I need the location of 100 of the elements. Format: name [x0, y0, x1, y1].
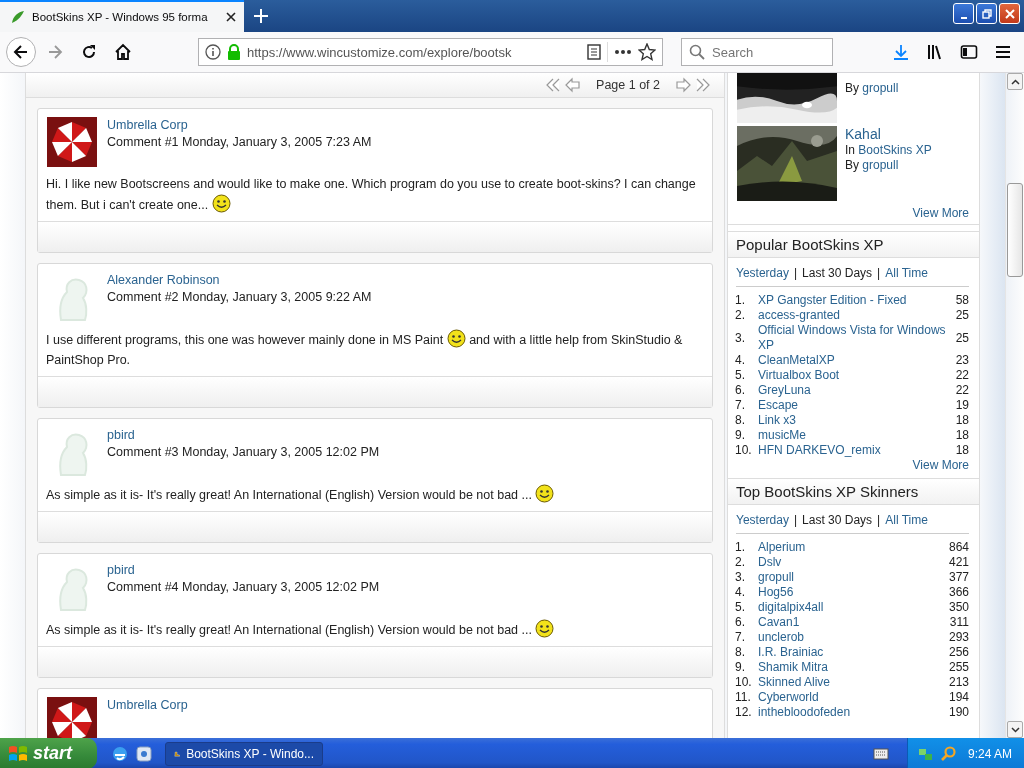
comment-meta: Comment #4 Monday, January 3, 2005 12:02 PM [107, 580, 380, 594]
filter-link[interactable]: All Time [885, 513, 928, 527]
item-link[interactable]: CleanMetalXP [758, 353, 956, 368]
windows-logo-icon [8, 744, 28, 763]
rank-number: 1. [735, 540, 746, 555]
item-link[interactable]: HFN DARKEVO_remix [758, 443, 956, 458]
first-page-icon[interactable] [544, 77, 561, 93]
filter-separator: | [877, 266, 881, 280]
item-link[interactable]: gropull [758, 570, 949, 585]
count: 213 [948, 675, 969, 690]
rank-number: 2. [735, 308, 746, 323]
comment-text: As simple as it is- It's really great! An International (English) Version would be not bad ... [46, 488, 555, 502]
category-link[interactable]: BootSkins XP [858, 143, 932, 157]
rank-number: 3. [735, 330, 746, 346]
more-icon[interactable] [614, 49, 632, 55]
last-page-icon[interactable] [696, 77, 712, 93]
rank-number: 6. [735, 383, 746, 398]
rank-number: 3. [735, 570, 746, 585]
rank-number: 1. [735, 293, 746, 308]
count: 864 [948, 540, 969, 555]
rank-number: 5. [735, 600, 746, 615]
page-indicator: Page 1 of 2 [596, 78, 660, 92]
comment-text: I use different programs, this one was however mainly done in MS Paint and with a little help from SkinStudio & PaintShop Pro. [46, 333, 683, 367]
item-link[interactable]: Dslv [758, 555, 949, 570]
item-link[interactable]: digitalpix4all [758, 600, 949, 615]
taskbar-button[interactable]: BootSkins XP - Windo... [165, 741, 323, 766]
comment-text: As simple as it is- It's really great! An International (English) Version would be not bad ... [46, 623, 555, 637]
author-link[interactable]: Alexander Robinson [107, 273, 372, 287]
start-button[interactable]: start [0, 738, 97, 768]
count: 194 [948, 690, 969, 705]
category-line: In BootSkins XP [845, 143, 932, 157]
browser-tab[interactable]: BootSkins XP - Windows 95 forma [0, 0, 244, 32]
lock-icon [227, 44, 241, 60]
author-link[interactable]: gropull [862, 158, 899, 172]
comment-meta: Comment #3 Monday, January 3, 2005 12:02 PM [107, 445, 380, 459]
item-link[interactable]: Virtualbox Boot [758, 368, 956, 383]
item-link[interactable]: Official Windows Vista for Windows XP [758, 323, 956, 353]
count: 18 [955, 413, 969, 428]
reader-view-icon[interactable] [587, 44, 601, 60]
count: 255 [948, 660, 969, 675]
panel-header: Popular BootSkins XP [728, 231, 979, 258]
item-link[interactable]: GreyLuna [758, 383, 956, 398]
author-link[interactable]: Umbrella Corp [107, 118, 372, 132]
scrollbar-thumb[interactable] [1007, 183, 1023, 277]
item-link[interactable]: access-granted [758, 308, 956, 323]
author-link[interactable]: pbird [107, 428, 380, 442]
item-link[interactable]: Link x3 [758, 413, 956, 428]
comment-meta: Comment #1 Monday, January 3, 2005 7:23 AM [107, 135, 372, 149]
count: 22 [955, 368, 969, 383]
rank-number: 11. [735, 690, 752, 705]
url-text: https://www.wincustomize.com/explore/bootsk [247, 44, 513, 60]
address-field[interactable]: https://www.wincustomize.com/explore/bootsk [198, 38, 663, 66]
author-link[interactable]: gropull [862, 81, 899, 95]
item-link[interactable]: Cavan1 [758, 615, 950, 630]
item-link[interactable]: Hog56 [758, 585, 949, 600]
item-link[interactable]: Cyberworld [758, 690, 949, 705]
item-link[interactable]: inthebloodofeden [758, 705, 949, 720]
filter-link[interactable]: Last 30 Days [802, 513, 873, 527]
filter-separator: | [877, 513, 881, 527]
keyboard-icon[interactable] [872, 747, 889, 760]
filter-link[interactable]: Yesterday [736, 513, 789, 527]
view-more-link[interactable]: View More [912, 206, 969, 220]
skin-title-link[interactable]: Kahal [845, 126, 932, 142]
close-icon[interactable] [999, 3, 1020, 24]
rank-number: 12. [735, 705, 753, 720]
item-link[interactable]: XP Gangster Edition - Fixed [758, 293, 956, 308]
count: 18 [955, 428, 969, 443]
author-link[interactable]: Umbrella Corp [107, 698, 188, 712]
search-field[interactable]: Search [681, 38, 833, 66]
browser-icon[interactable] [111, 744, 129, 763]
rank-number: 6. [735, 615, 746, 630]
rank-number: 7. [735, 630, 746, 645]
tab-title: BootSkins XP - Windows 95 forma [32, 11, 209, 23]
view-more-link[interactable]: View More [728, 458, 969, 472]
item-link[interactable]: unclerob [758, 630, 949, 645]
filter-link[interactable]: Last 30 Days [802, 266, 873, 280]
item-link[interactable]: Shamik Mitra [758, 660, 949, 675]
info-icon[interactable] [205, 44, 221, 60]
item-link[interactable]: Escape [758, 398, 956, 413]
leaf-icon [10, 9, 26, 25]
previous-page-icon[interactable] [564, 77, 581, 93]
count: 256 [948, 645, 969, 660]
filter-link[interactable]: All Time [885, 266, 928, 280]
author-link[interactable]: pbird [107, 563, 380, 577]
minimize-icon[interactable] [953, 3, 974, 24]
count: 22 [955, 383, 969, 398]
scroll-down-icon[interactable] [1007, 721, 1023, 738]
back-icon[interactable] [6, 37, 36, 67]
next-page-icon[interactable] [676, 77, 692, 93]
restore-icon[interactable] [976, 3, 997, 24]
scroll-up-icon[interactable] [1007, 73, 1023, 90]
count: 366 [948, 585, 969, 600]
desktop-icon[interactable] [135, 744, 153, 763]
item-link[interactable]: Skinned Alive [758, 675, 949, 690]
star-icon[interactable] [638, 43, 656, 61]
filter-link[interactable]: Yesterday [736, 266, 789, 280]
item-link[interactable]: Alperium [758, 540, 949, 555]
item-link[interactable]: I.R. Brainiac [758, 645, 949, 660]
count: 421 [948, 555, 969, 570]
item-link[interactable]: musicMe [758, 428, 956, 443]
